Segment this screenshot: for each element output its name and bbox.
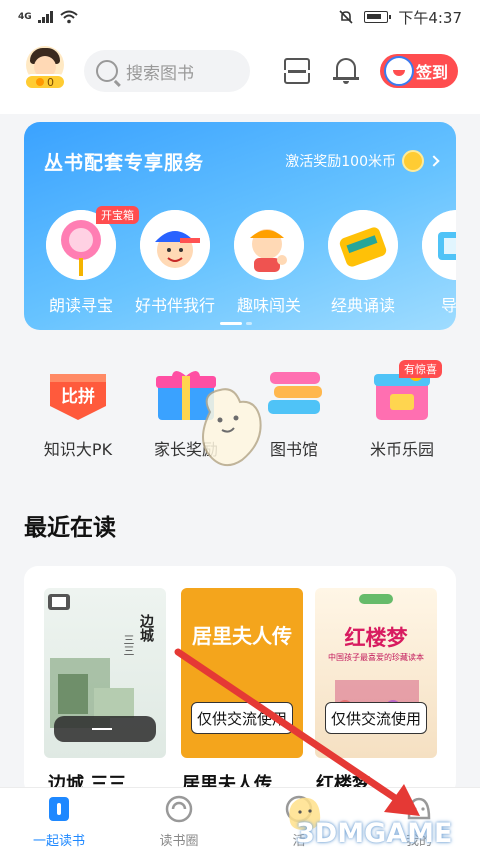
kid-cap-icon xyxy=(140,210,210,280)
book-icon xyxy=(44,794,74,824)
status-time: 下午4:37 xyxy=(398,8,462,27)
top-header: 0 搜索图书 签到 xyxy=(0,34,480,114)
feature-good-book[interactable]: 好书伴我行 xyxy=(130,210,220,316)
book-cover-curie[interactable]: 居里夫人传 仅供交流使用 xyxy=(181,588,303,758)
wifi-icon xyxy=(59,10,78,24)
banner-reward-link[interactable]: 激活奖励100米币 xyxy=(285,150,440,172)
book-cover-hongloumeng[interactable]: 红楼梦 中国孩子最喜爱的珍藏读本 仅供交流使用 xyxy=(315,588,437,758)
chevron-right-icon xyxy=(428,155,440,167)
circle-icon xyxy=(164,794,194,824)
feature-label: 好书伴我行 xyxy=(134,296,215,315)
mute-bell-icon xyxy=(339,10,353,24)
banner-pager xyxy=(220,322,252,325)
coin-icon xyxy=(402,150,424,172)
runner-icon xyxy=(234,210,304,280)
book-cover-subtitle: 三三 xyxy=(122,634,135,656)
search-placeholder: 搜索图书 xyxy=(126,63,194,84)
tab-label: 一起读书 xyxy=(32,834,85,849)
sample-label: 仅供交流使用 xyxy=(191,702,293,734)
search-icon xyxy=(96,60,118,82)
bell-icon[interactable] xyxy=(333,56,359,84)
chest-tag: 开宝箱 xyxy=(96,206,139,224)
coin-count: 0 xyxy=(47,75,54,89)
pk-badge-icon: 比拼 xyxy=(44,366,112,422)
tab-read-together[interactable]: 一起读书 xyxy=(14,794,104,849)
feature-fun-challenge[interactable]: 趣味闯关 xyxy=(224,210,314,316)
book-cover-subtitle: 中国孩子最喜爱的珍藏读本 xyxy=(328,653,424,662)
quick-coin-park[interactable]: 有惊喜 米币乐园 xyxy=(354,360,450,460)
tab-reading-circle[interactable]: 读书圈 xyxy=(134,794,224,849)
recent-section-title: 最近在读 xyxy=(24,515,116,541)
signin-label: 签到 xyxy=(416,63,449,82)
feature-label: 导读 xyxy=(440,296,456,315)
recent-books-card: 边城 三三 边城 三三 居里夫人传 仅供交流使用 居里夫人传 红楼梦 中国孩子最… xyxy=(24,566,456,796)
signin-button[interactable]: 签到 xyxy=(380,54,458,88)
feature-classic-recite[interactable]: 经典诵读 xyxy=(318,210,408,316)
coin-icon xyxy=(36,78,44,86)
quick-knowledge-pk[interactable]: 比拼 知识大PK xyxy=(30,366,126,460)
coin-balance-badge: 0 xyxy=(24,74,66,90)
banner-title: 丛书配套专享服务 xyxy=(44,152,205,174)
book-stack-icon xyxy=(260,366,328,422)
tv-icon xyxy=(422,210,456,280)
sample-label: 仅供交流使用 xyxy=(325,702,427,734)
surprise-tag: 有惊喜 xyxy=(399,360,442,378)
mascot-watermark-icon xyxy=(202,388,262,467)
quick-label: 米币乐园 xyxy=(369,440,434,459)
pk-badge-text: 比拼 xyxy=(61,386,95,407)
feature-label: 经典诵读 xyxy=(330,296,395,315)
feature-label: 朗读寻宝 xyxy=(48,296,113,315)
mascot-icon xyxy=(384,56,414,86)
feature-guide-read[interactable]: 导读 xyxy=(412,210,456,316)
tab-label: 读书圈 xyxy=(159,834,199,849)
book-cover-title: 边城 xyxy=(138,614,154,642)
signal-icon xyxy=(37,11,53,23)
book-cover-title: 红楼梦 xyxy=(344,625,408,650)
quick-label: 知识大PK xyxy=(43,440,113,459)
service-banner[interactable]: 丛书配套专享服务 激活奖励100米币 开宝箱 朗读寻宝 好书伴我行 趣味闯关 经… xyxy=(24,122,456,330)
battery-icon xyxy=(364,11,392,23)
shop-icon: 有惊喜 xyxy=(368,360,442,422)
bamboo-scroll-icon xyxy=(328,210,398,280)
search-input[interactable]: 搜索图书 xyxy=(84,50,250,92)
scan-icon[interactable] xyxy=(280,58,314,84)
feature-label: 趣味闯关 xyxy=(236,296,301,315)
network-label: 4G xyxy=(18,12,32,22)
book-cover-biancheng[interactable]: 边城 三三 xyxy=(44,588,166,758)
feature-read-treasure[interactable]: 朗读寻宝 xyxy=(36,210,126,316)
status-bar: 4G 下午4:37 xyxy=(0,0,480,34)
watermark-text: 3DMGAME xyxy=(296,818,453,849)
banner-reward-text: 激活奖励100米币 xyxy=(285,154,396,170)
book-cover-title: 居里夫人传 xyxy=(192,624,292,648)
